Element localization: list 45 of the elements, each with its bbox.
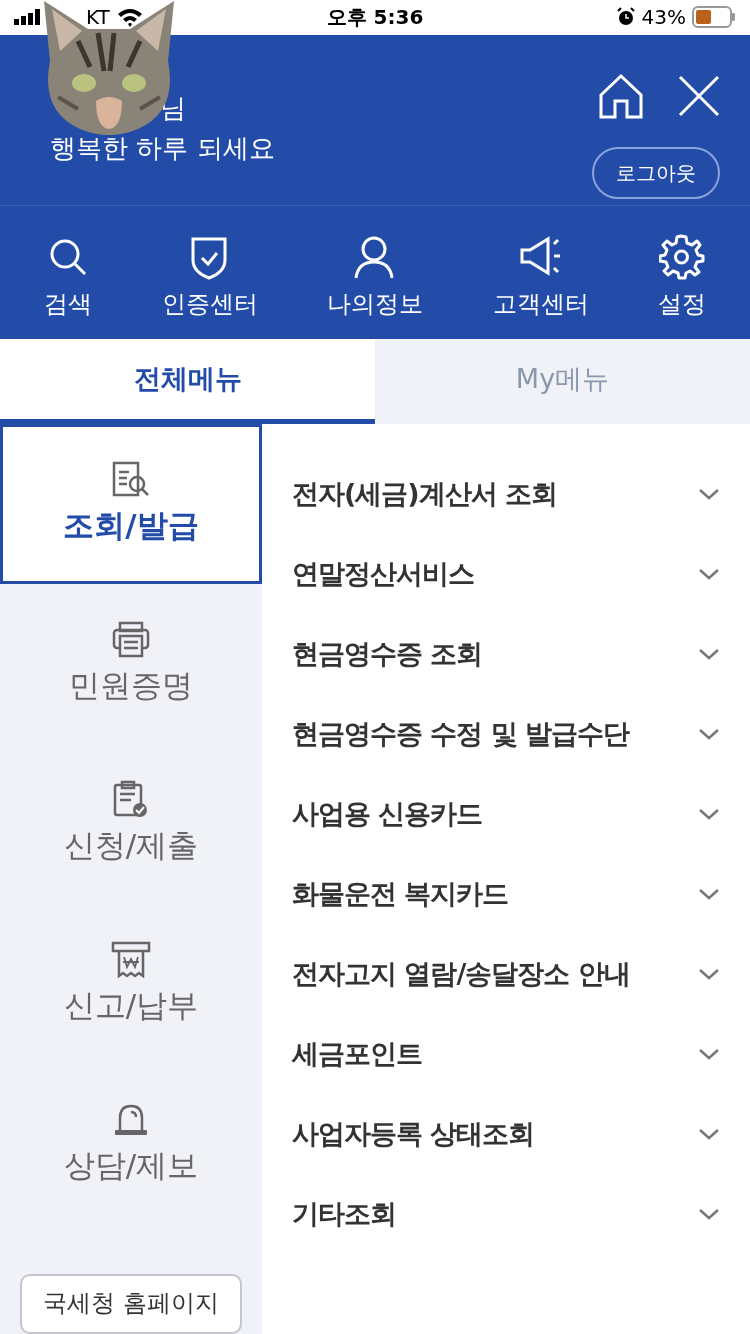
- homepage-link-button[interactable]: 국세청 홈페이지: [20, 1274, 242, 1334]
- receipt-icon: [111, 939, 151, 978]
- chevron-down-icon[interactable]: [698, 1128, 720, 1140]
- printer-icon: [111, 619, 151, 658]
- home-button[interactable]: [598, 72, 644, 119]
- sidebar-item[interactable]: 신청/제출: [0, 744, 262, 904]
- carrier-name: KT: [86, 4, 110, 32]
- battery-percent: 43%: [641, 4, 686, 32]
- logout-button[interactable]: 로그아웃: [592, 146, 720, 199]
- quick-menu-button[interactable]: 설정: [658, 233, 706, 322]
- menu-item[interactable]: 연말정산서비스: [292, 553, 474, 595]
- menu-item[interactable]: 사업자등록 상태조회: [292, 1113, 535, 1155]
- menu-item[interactable]: 전자고지 열람/송달장소 안내: [292, 953, 630, 995]
- menu-item[interactable]: 기타조회: [292, 1193, 396, 1235]
- menu-item[interactable]: 현금영수증 수정 및 발급수단: [292, 713, 630, 755]
- sidebar-item[interactable]: 신고/납부: [0, 904, 262, 1064]
- menu-item[interactable]: 현금영수증 조회: [292, 633, 483, 675]
- alarm-icon: [615, 7, 636, 28]
- settings-icon: [659, 233, 705, 280]
- chevron-down-icon[interactable]: [698, 728, 720, 740]
- chevron-down-icon[interactable]: [698, 1048, 720, 1060]
- chevron-down-icon[interactable]: [698, 888, 720, 900]
- quick-menu-button[interactable]: 검색: [44, 233, 92, 322]
- quick-menu-button[interactable]: 나의정보: [327, 233, 423, 322]
- quick-menu-button[interactable]: 인증센터: [161, 233, 258, 322]
- chevron-down-icon[interactable]: [698, 488, 720, 500]
- sidebar-item[interactable]: 조회/발급: [0, 424, 262, 584]
- sidebar-item[interactable]: 민원증명: [0, 584, 262, 744]
- menu-item[interactable]: 화물운전 복지카드: [292, 873, 509, 915]
- quick-menu-button[interactable]: 고객센터: [492, 233, 589, 322]
- document-search-icon: [111, 459, 151, 498]
- battery-icon: [692, 6, 736, 29]
- chevron-down-icon[interactable]: [698, 808, 720, 820]
- chevron-down-icon[interactable]: [698, 568, 720, 580]
- chevron-down-icon[interactable]: [698, 1208, 720, 1220]
- chevron-down-icon[interactable]: [698, 968, 720, 980]
- sidebar-item[interactable]: 상담/제보: [0, 1064, 262, 1224]
- status-time: 오후 5:36: [326, 4, 424, 32]
- menu-item[interactable]: 세금포인트: [292, 1033, 422, 1075]
- menu-item[interactable]: 사업용 신용카드: [292, 793, 483, 835]
- menu-item[interactable]: 전자(세금)계산서 조회: [292, 473, 558, 515]
- chevron-down-icon[interactable]: [698, 648, 720, 660]
- home-icon: [598, 72, 644, 119]
- greeting-text: 행복한 하루 되세요: [50, 131, 275, 165]
- close-icon: [678, 74, 720, 117]
